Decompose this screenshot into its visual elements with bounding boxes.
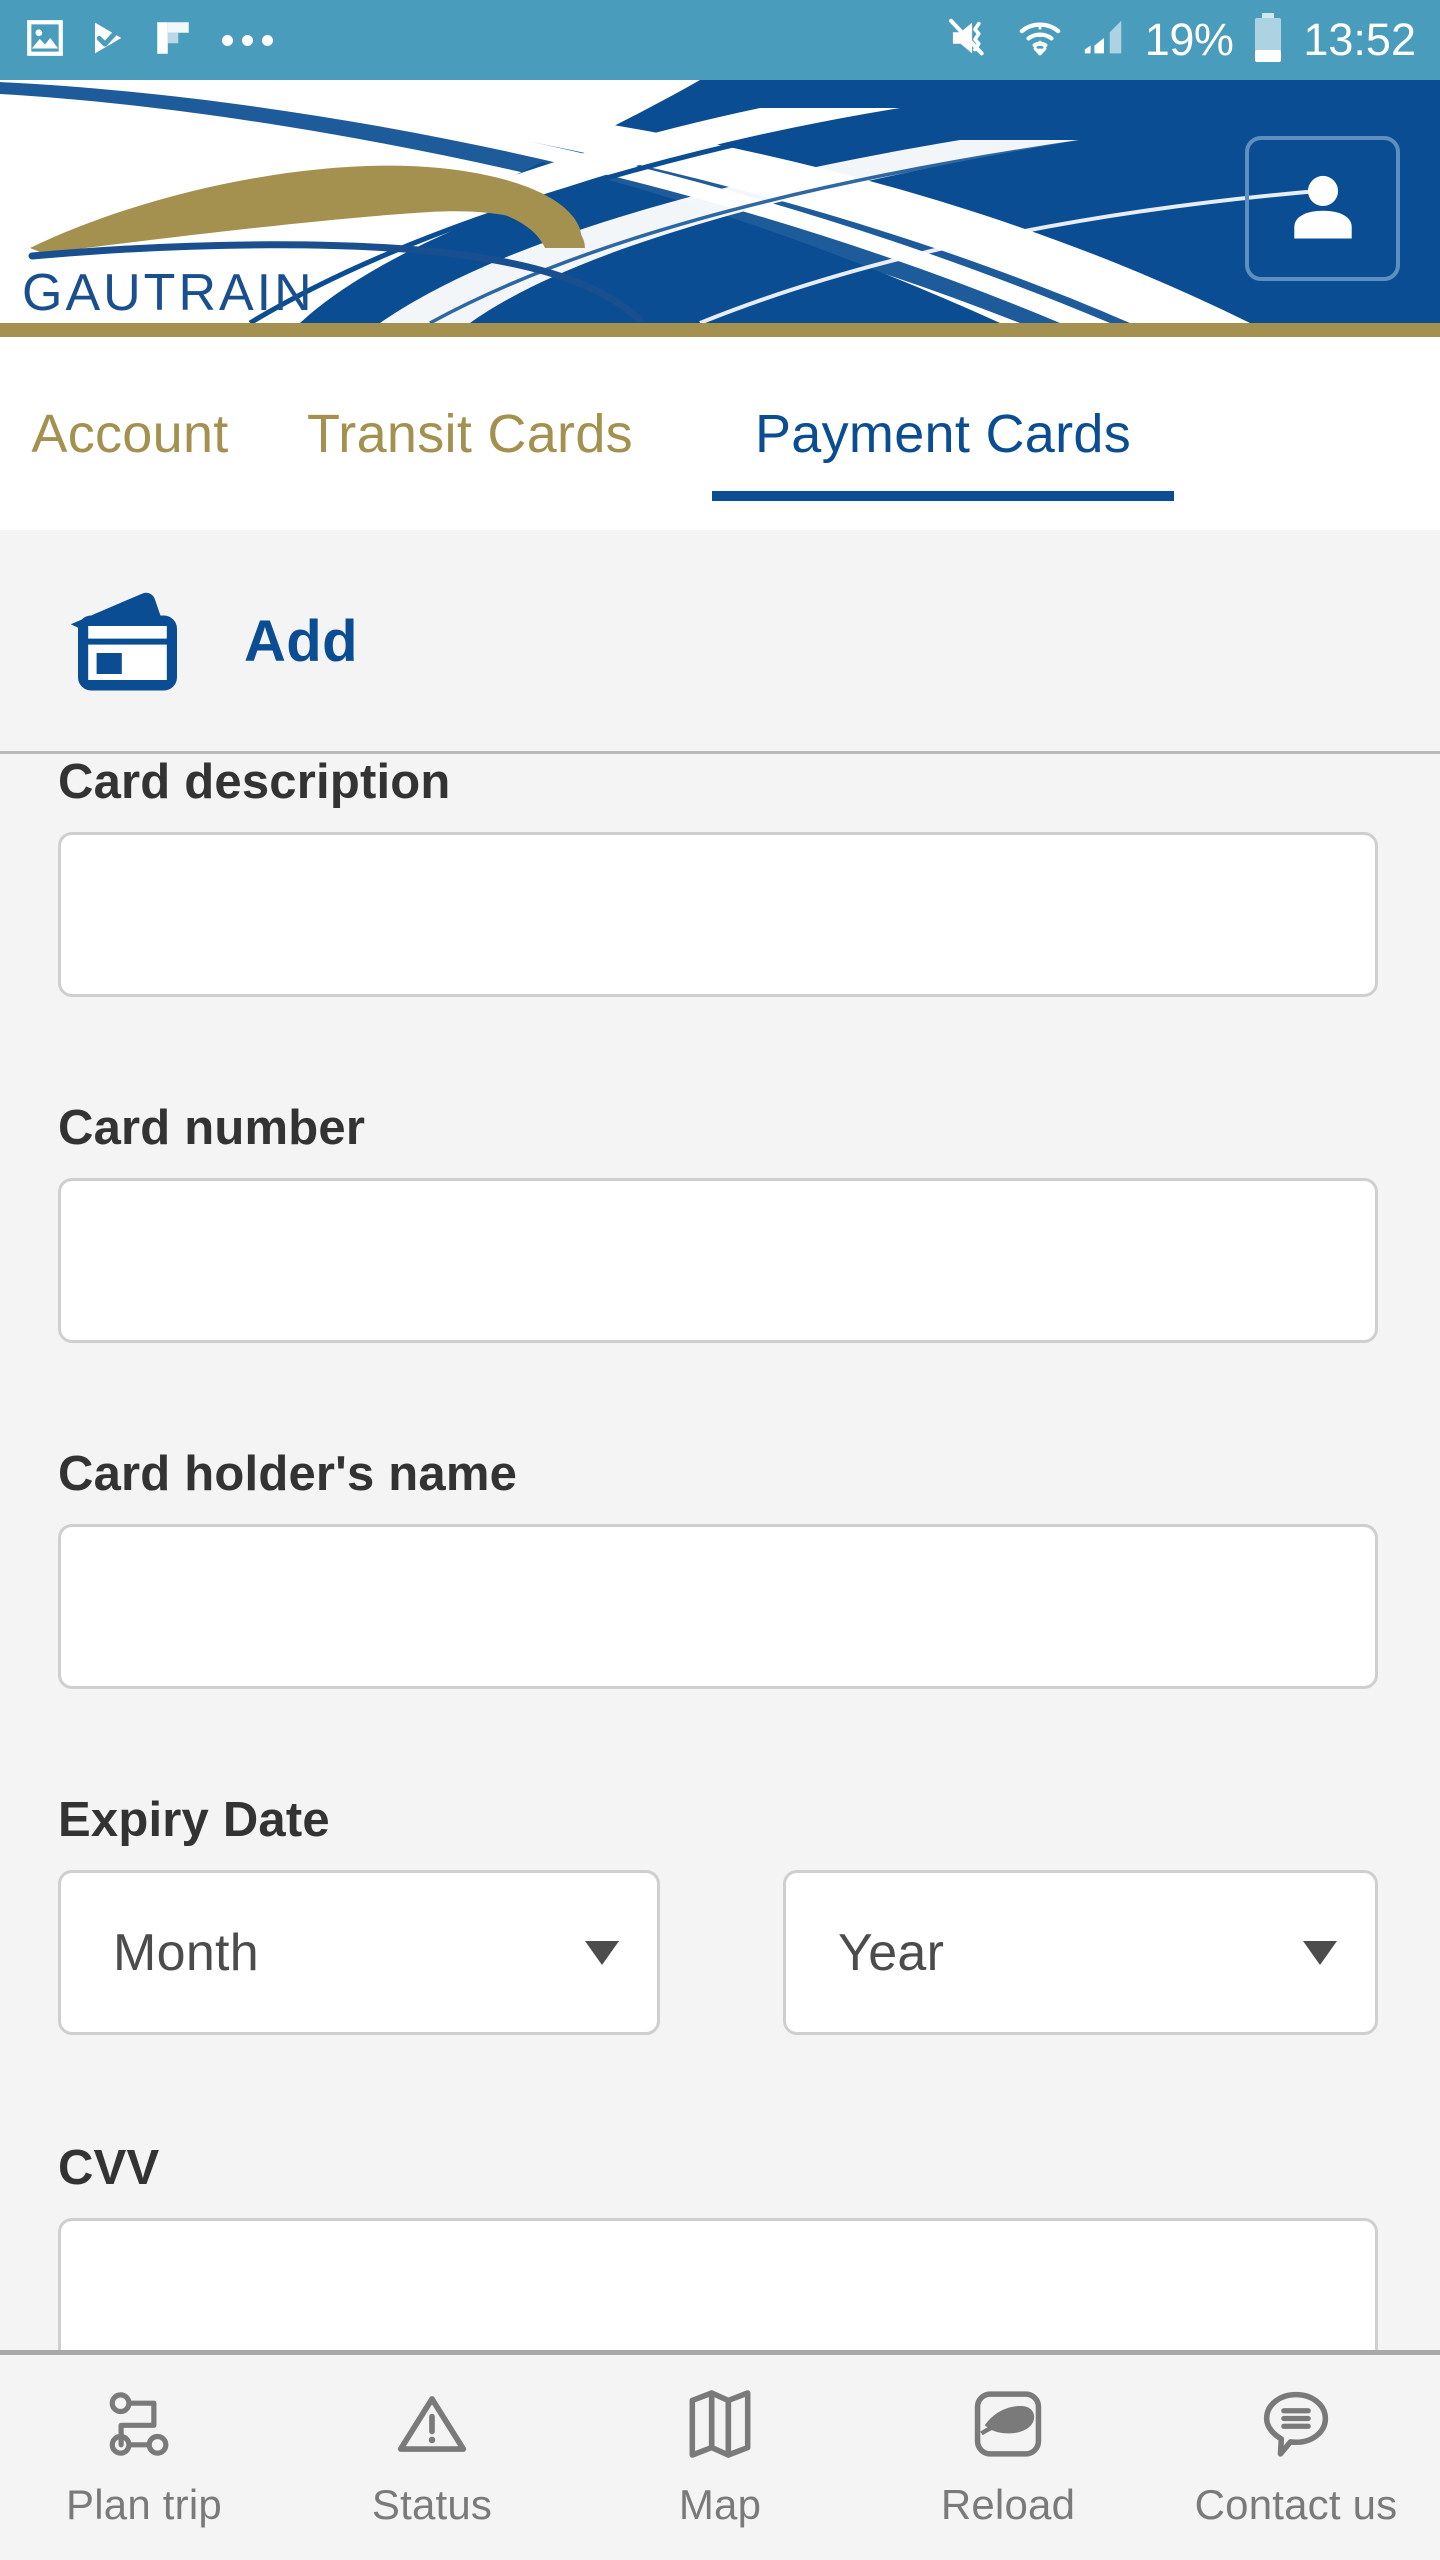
- nav-item-contact-us[interactable]: Contact us: [1152, 2355, 1440, 2560]
- cvv-label: CVV: [58, 2141, 160, 2195]
- bottom-navigation-bar: Plan trip Status Map Reload Contact us: [0, 2350, 1440, 2560]
- folded-map-icon: [685, 2385, 755, 2463]
- nav-item-plan-trip-label: Plan trip: [66, 2481, 222, 2528]
- card-holder-name-label: Card holder's name: [58, 1447, 518, 1501]
- flipboard-icon: [152, 17, 194, 64]
- status-bar: 19% 13:52: [0, 0, 1440, 80]
- profile-button[interactable]: [1245, 136, 1400, 281]
- app-root: 19% 13:52 GAUTRAIN Account Transit Cards…: [0, 0, 1440, 2560]
- nav-item-reload[interactable]: Reload: [864, 2355, 1152, 2560]
- battery-percent-label: 19%: [1144, 14, 1234, 65]
- speech-bubble-icon: [1259, 2385, 1333, 2463]
- tab-account[interactable]: Account: [0, 337, 260, 530]
- tab-transit-cards-label: Transit Cards: [307, 403, 633, 464]
- tab-bar: Account Transit Cards Payment Cards: [0, 337, 1440, 530]
- nav-item-reload-label: Reload: [940, 2481, 1076, 2528]
- card-number-label: Card number: [58, 1101, 366, 1155]
- tab-active-indicator: [712, 491, 1174, 501]
- chevron-down-icon: [1303, 1940, 1337, 1965]
- cellular-signal-icon: [1081, 15, 1127, 66]
- nav-item-contact-us-label: Contact us: [1194, 2481, 1398, 2528]
- card-number-input[interactable]: [58, 1178, 1378, 1343]
- expiry-year-select[interactable]: Year: [783, 1870, 1378, 2035]
- tab-account-label: Account: [31, 403, 229, 464]
- tab-payment-cards[interactable]: Payment Cards: [712, 337, 1174, 530]
- nav-item-plan-trip[interactable]: Plan trip: [0, 2355, 288, 2560]
- wifi-icon: [1017, 15, 1063, 66]
- status-bar-clock: 13:52: [1303, 14, 1416, 65]
- gautrain-card-icon: [971, 2385, 1045, 2463]
- expiry-month-select[interactable]: Month: [58, 1870, 660, 2035]
- person-icon: [1282, 165, 1364, 252]
- card-holder-name-input[interactable]: [58, 1524, 1378, 1689]
- tab-payment-cards-label: Payment Cards: [754, 403, 1132, 464]
- add-card-section-header[interactable]: Add: [0, 530, 1440, 752]
- chevron-down-icon: [585, 1940, 619, 1965]
- tab-transit-cards[interactable]: Transit Cards: [290, 337, 650, 530]
- credit-cards-icon: [56, 581, 202, 701]
- expiry-date-label: Expiry Date: [58, 1793, 330, 1847]
- nav-item-status-label: Status: [371, 2481, 493, 2528]
- gautrain-header-graphic: GAUTRAIN: [0, 80, 1440, 323]
- svg-text:GAUTRAIN: GAUTRAIN: [22, 264, 315, 322]
- image-icon: [24, 17, 66, 64]
- warning-triangle-icon: [395, 2385, 469, 2463]
- gold-accent-bar: [0, 323, 1440, 337]
- battery-icon: [1251, 12, 1285, 69]
- card-description-label: Card description: [58, 755, 451, 809]
- add-card-title: Add: [244, 608, 358, 674]
- status-bar-left-icons: [24, 17, 273, 64]
- more-dots-icon: [216, 34, 273, 46]
- expiry-month-value: Month: [113, 1923, 260, 1982]
- nav-item-map-label: Map: [678, 2481, 762, 2528]
- brand-header: GAUTRAIN: [0, 80, 1440, 323]
- nav-item-map[interactable]: Map: [576, 2355, 864, 2560]
- expiry-year-value: Year: [838, 1923, 945, 1982]
- mute-vibrate-icon: [948, 15, 999, 66]
- route-icon: [105, 2385, 183, 2463]
- play-check-icon: [88, 17, 130, 64]
- card-description-input[interactable]: [58, 832, 1378, 997]
- status-bar-right-icons: 19% 13:52: [948, 12, 1416, 69]
- add-payment-card-form: Card description Card number Card holder…: [0, 754, 1440, 2383]
- nav-item-status[interactable]: Status: [288, 2355, 576, 2560]
